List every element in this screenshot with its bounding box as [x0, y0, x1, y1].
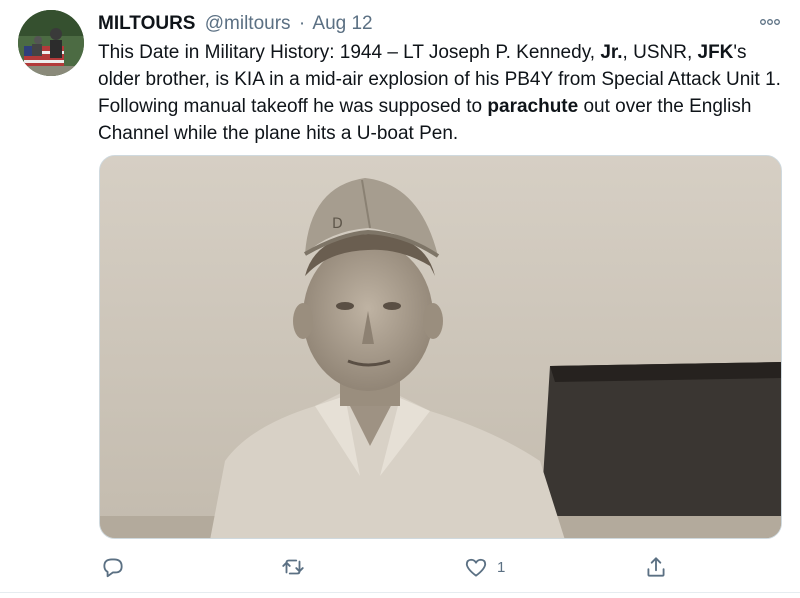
tweet-actions: 1 — [0, 550, 800, 584]
retweet-button[interactable] — [280, 550, 306, 584]
avatar[interactable] — [18, 10, 84, 76]
bottom-divider — [0, 592, 800, 593]
share-button[interactable] — [643, 550, 669, 584]
tweet[interactable]: MILTOURS @miltours · Aug 12 This Date in… — [0, 0, 800, 598]
tweet-text: This Date in Military History: 1944 – LT… — [98, 39, 788, 147]
like-count: 1 — [497, 558, 506, 576]
text-bold-jfk: JFK — [697, 42, 734, 63]
svg-text:D: D — [332, 216, 343, 232]
reply-button[interactable] — [100, 550, 126, 584]
user-handle[interactable]: @miltours — [205, 13, 291, 34]
retweet-icon — [282, 559, 304, 575]
tweet-photo[interactable]: D — [99, 155, 782, 539]
text-bold-parachute: parachute — [487, 96, 579, 117]
separator-dot: · — [298, 13, 306, 34]
text-part-1: This Date in Military History: 1944 – LT… — [98, 42, 601, 63]
tweet-date[interactable]: Aug 12 — [312, 13, 372, 34]
like-button[interactable]: 1 — [463, 550, 505, 584]
heart-icon — [465, 558, 487, 577]
more-options-icon[interactable] — [758, 14, 782, 30]
display-name[interactable]: MILTOURS — [98, 13, 195, 34]
text-bold-jr: Jr. — [600, 42, 623, 63]
text-part-2: , USNR, — [622, 42, 698, 63]
share-icon — [647, 557, 665, 577]
reply-icon — [103, 558, 123, 578]
tweet-header: MILTOURS @miltours · Aug 12 — [98, 12, 373, 36]
